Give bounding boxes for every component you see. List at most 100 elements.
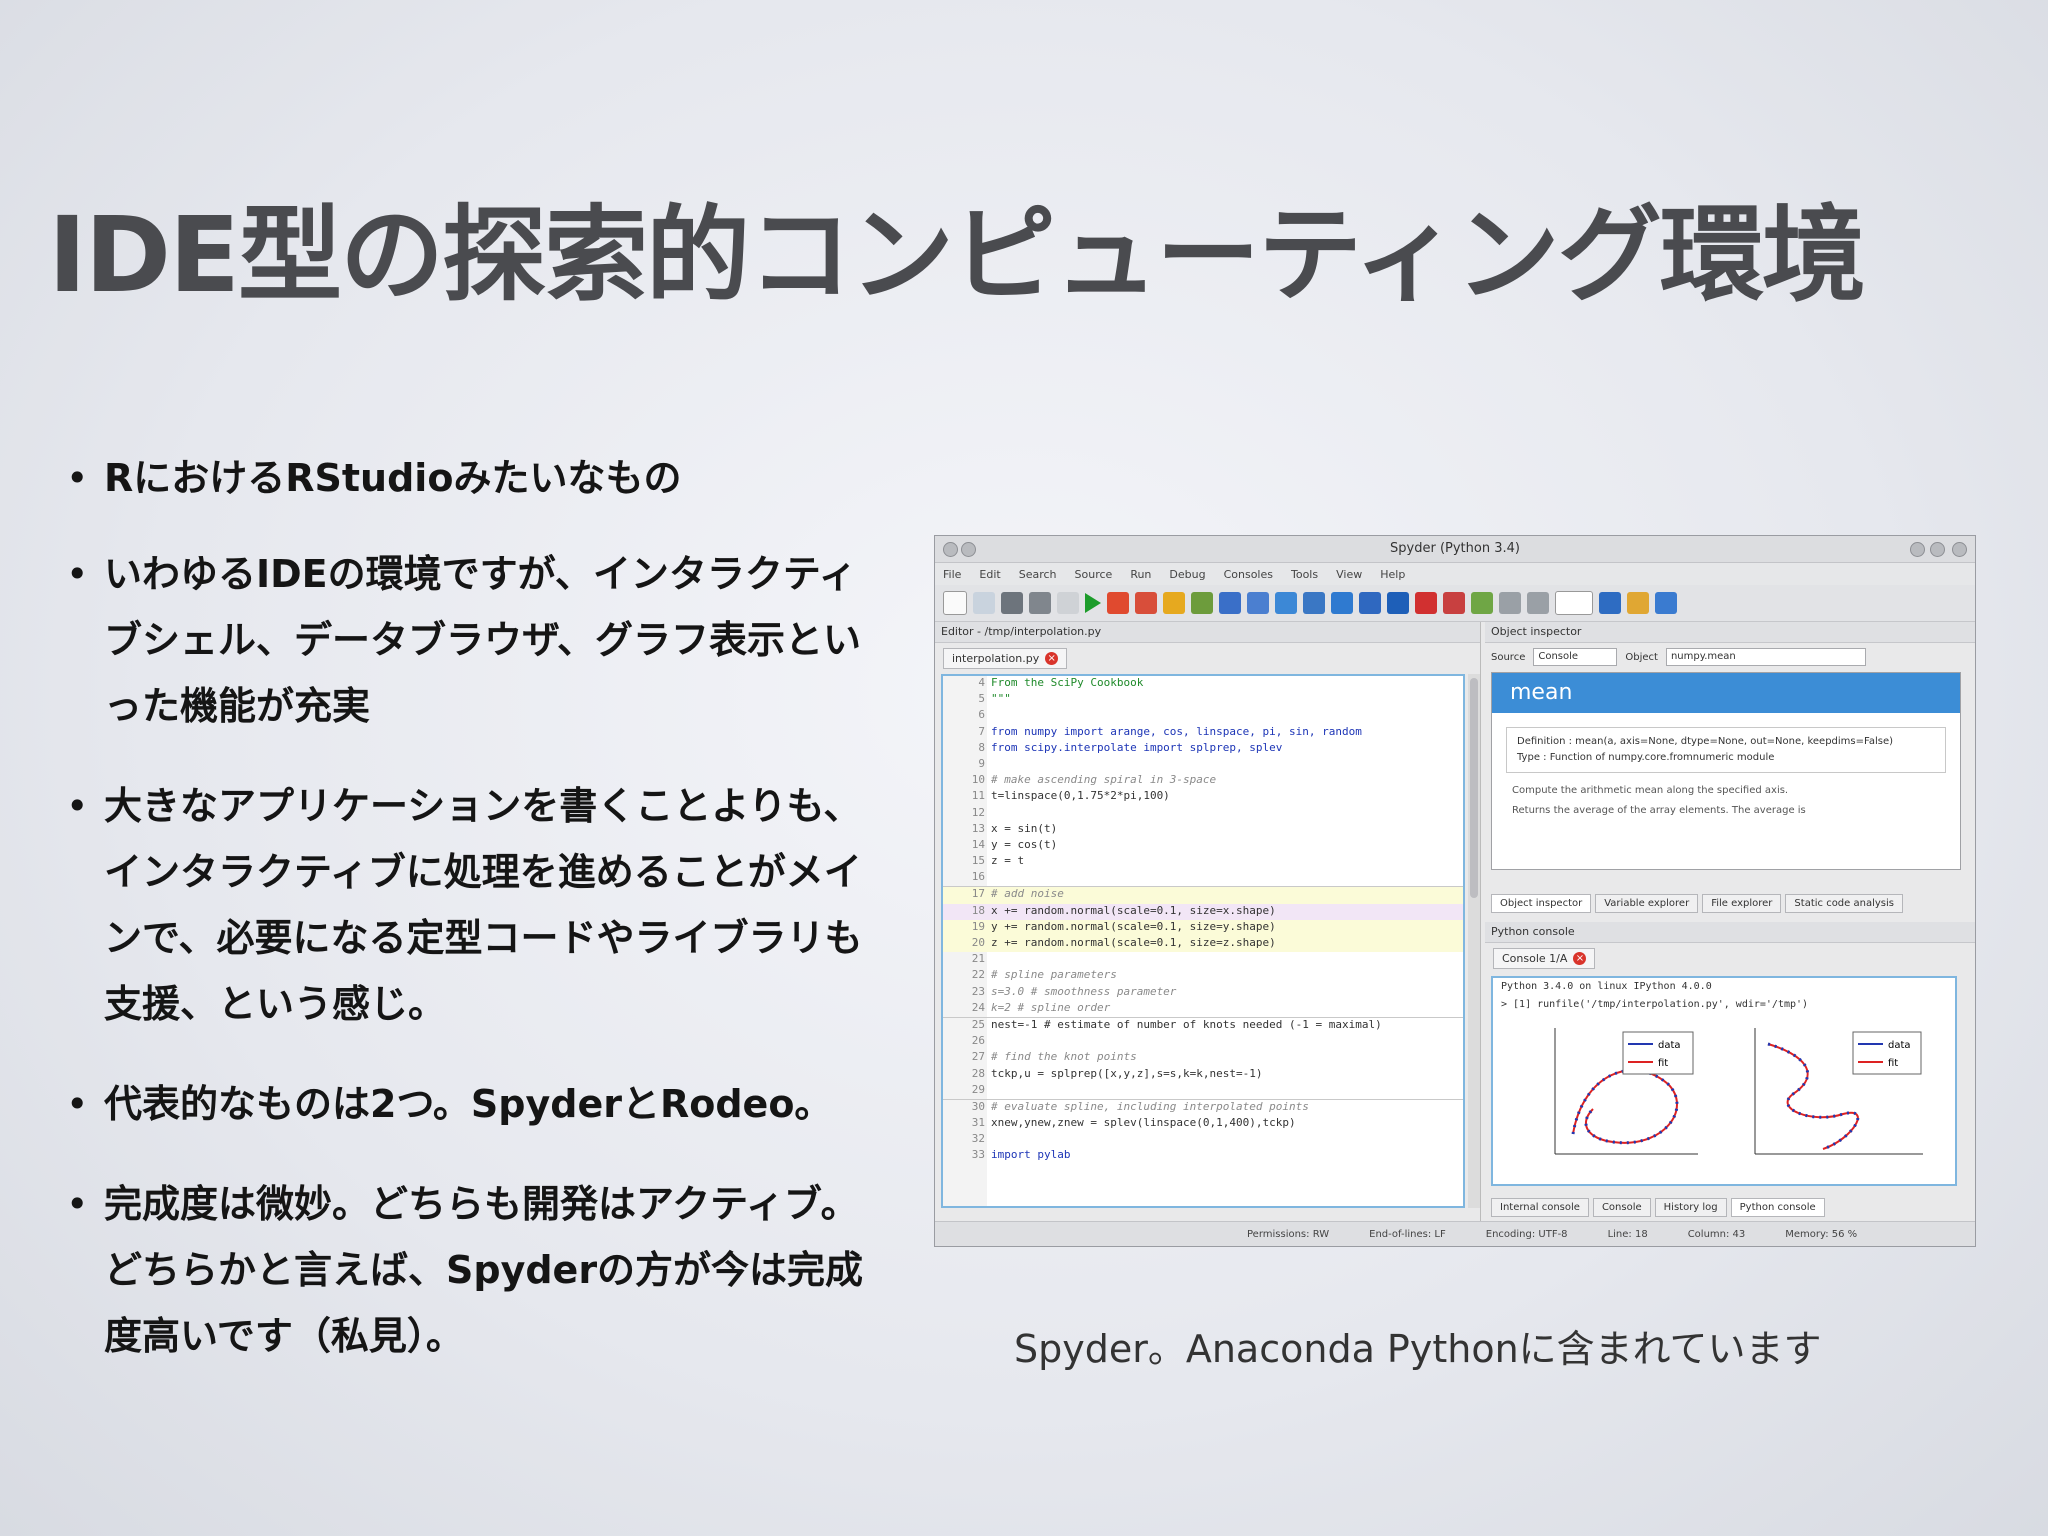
- bullet-4: 代表的なものは2つ。SpyderとRodeo。: [62, 1071, 882, 1137]
- source-select[interactable]: Console: [1533, 648, 1618, 666]
- step-icon[interactable]: [1247, 592, 1269, 614]
- legend-data-right: data: [1888, 1040, 1911, 1051]
- print-icon[interactable]: [1057, 592, 1079, 614]
- bullet-3: 大きなアプリケーションを書くことよりも、インタラクティブに処理を進めることがメイ…: [62, 773, 882, 1037]
- tab-python-console[interactable]: Python console: [1730, 1198, 1825, 1217]
- stop-debug-icon[interactable]: [1359, 592, 1381, 614]
- help-title: mean: [1492, 673, 1960, 713]
- line-number: 16: [971, 870, 985, 884]
- menu-search[interactable]: Search: [1019, 568, 1057, 581]
- run-cell-icon[interactable]: [1107, 592, 1129, 614]
- code-line: 11 t=linspace(0,1.75*2*pi,100): [943, 789, 1463, 805]
- slide-title: IDE型の探索的コンピューティング環境: [48, 194, 1866, 316]
- code-line: 23 s=3.0 # smoothness parameter: [943, 985, 1463, 1001]
- spyder-screenshot: Spyder (Python 3.4) File Edit Search Sou…: [934, 535, 1976, 1247]
- tab-file-explorer[interactable]: File explorer: [1702, 894, 1782, 913]
- object-input[interactable]: numpy.mean: [1665, 648, 1866, 666]
- line-number: 9: [978, 756, 985, 770]
- menu-file[interactable]: File: [943, 568, 961, 581]
- code-text: z = t: [991, 854, 1025, 868]
- line-number: 13: [971, 821, 985, 835]
- step-return-icon[interactable]: [1303, 592, 1325, 614]
- line-number: 17: [971, 887, 985, 901]
- code-text: # evaluate spline, including interpolate…: [991, 1099, 1309, 1113]
- tab-internal-console[interactable]: Internal console: [1491, 1198, 1589, 1217]
- code-text: x += random.normal(scale=0.1, size=x.sha…: [991, 903, 1276, 917]
- minimize-icon[interactable]: [1910, 542, 1925, 557]
- maximize-icon[interactable]: [1930, 542, 1945, 557]
- menu-source[interactable]: Source: [1075, 568, 1113, 581]
- menu-edit[interactable]: Edit: [979, 568, 1000, 581]
- tab-history-log[interactable]: History log: [1654, 1198, 1727, 1217]
- run-icon[interactable]: [1085, 593, 1101, 613]
- menu-debug[interactable]: Debug: [1169, 568, 1205, 581]
- object-label: Object: [1625, 651, 1658, 663]
- menu-tools[interactable]: Tools: [1291, 568, 1318, 581]
- code-text: xnew,ynew,znew = splev(linspace(0,1,400)…: [991, 1116, 1296, 1130]
- step-into-icon[interactable]: [1275, 592, 1297, 614]
- set-dir-icon[interactable]: [1627, 592, 1649, 614]
- open-file-icon[interactable]: [973, 592, 995, 614]
- code-editor[interactable]: 4 From the SciPy Cookbook 5 """ 6 7 from numpy…: [941, 674, 1465, 1208]
- browse-folder-icon[interactable]: [1599, 592, 1621, 614]
- run-cell-advance-icon[interactable]: [1135, 592, 1157, 614]
- code-text: z += random.normal(scale=0.1, size=z.sha…: [991, 936, 1276, 949]
- editor-tab[interactable]: interpolation.py ×: [943, 647, 1068, 669]
- line-number: 24: [971, 1000, 985, 1014]
- console-command: > [1] runfile('/tmp/interpolation.py', w…: [1501, 999, 1809, 1010]
- line-number: 8: [978, 740, 985, 754]
- menu-consoles[interactable]: Consoles: [1224, 568, 1273, 581]
- line-number: 27: [971, 1050, 985, 1064]
- console-bottom-tabs: Internal console Console History log Pyt…: [1485, 1198, 1975, 1217]
- code-line: 26: [943, 1034, 1463, 1050]
- tab-console[interactable]: Console: [1592, 1198, 1651, 1217]
- pane-area: Editor - /tmp/interpolation.py interpola…: [935, 622, 1975, 1222]
- python-path-icon[interactable]: [1471, 592, 1493, 614]
- inspector-header: Object inspector: [1485, 622, 1975, 643]
- menu-help[interactable]: Help: [1380, 568, 1405, 581]
- close-console-icon[interactable]: ×: [1573, 951, 1587, 965]
- up-arrow-icon[interactable]: [1655, 592, 1677, 614]
- working-dir-select[interactable]: [1555, 591, 1593, 615]
- code-text: nest=-1 # estimate of number of knots ne…: [991, 1017, 1382, 1031]
- back-arrow-icon[interactable]: [1499, 592, 1521, 614]
- console-tab[interactable]: Console 1/A ×: [1493, 947, 1596, 969]
- close-icon[interactable]: [1952, 542, 1967, 557]
- code-line: 4 From the SciPy Cookbook: [943, 676, 1463, 692]
- close-tab-icon[interactable]: ×: [1045, 651, 1059, 665]
- code-line: 21: [943, 952, 1463, 968]
- maximize-pane-icon[interactable]: [1387, 592, 1409, 614]
- plot-left: data fit: [1554, 1028, 1698, 1155]
- line-number: 33: [971, 1148, 985, 1162]
- line-number: 21: [971, 952, 985, 966]
- console-output[interactable]: Python 3.4.0 on linux IPython 4.0.0 > [1…: [1491, 976, 1957, 1186]
- line-number: 29: [971, 1082, 985, 1096]
- menu-run[interactable]: Run: [1130, 568, 1151, 581]
- tab-object-inspector[interactable]: Object inspector: [1491, 894, 1592, 913]
- code-line: 19 y += random.normal(scale=0.1, size=y.s…: [943, 919, 1463, 936]
- inspector-controls: Source Console Object numpy.mean: [1485, 643, 1975, 671]
- editor-pane: Editor - /tmp/interpolation.py interpola…: [935, 622, 1481, 1222]
- save-all-icon[interactable]: [1029, 592, 1051, 614]
- run-selection-icon[interactable]: [1163, 592, 1185, 614]
- continue-icon[interactable]: [1331, 592, 1353, 614]
- console-plot: data fit data fit: [1554, 1028, 1923, 1155]
- menu-view[interactable]: View: [1336, 568, 1362, 581]
- console-tabs: Console 1/A ×: [1485, 943, 1975, 973]
- tab-variable-explorer[interactable]: Variable explorer: [1595, 894, 1699, 913]
- save-icon[interactable]: [1001, 592, 1023, 614]
- tab-static-code-analysis[interactable]: Static code analysis: [1785, 894, 1903, 913]
- editor-tab-label: interpolation.py: [952, 651, 1040, 665]
- rerun-icon[interactable]: [1191, 592, 1213, 614]
- new-file-icon[interactable]: [943, 591, 967, 615]
- forward-arrow-icon[interactable]: [1527, 592, 1549, 614]
- line-number: 20: [971, 936, 985, 949]
- code-line: 28 tckp,u = splprep([x,y,z],s=s,k=k,nest=…: [943, 1067, 1463, 1083]
- debug-icon[interactable]: [1219, 592, 1241, 614]
- line-number: 15: [971, 854, 985, 868]
- code-text: # find the knot points: [991, 1050, 1137, 1064]
- editor-scrollbar[interactable]: [1468, 674, 1480, 1208]
- line-number: 23: [971, 984, 985, 998]
- fullscreen-icon[interactable]: [1415, 592, 1437, 614]
- preferences-icon[interactable]: [1443, 592, 1465, 614]
